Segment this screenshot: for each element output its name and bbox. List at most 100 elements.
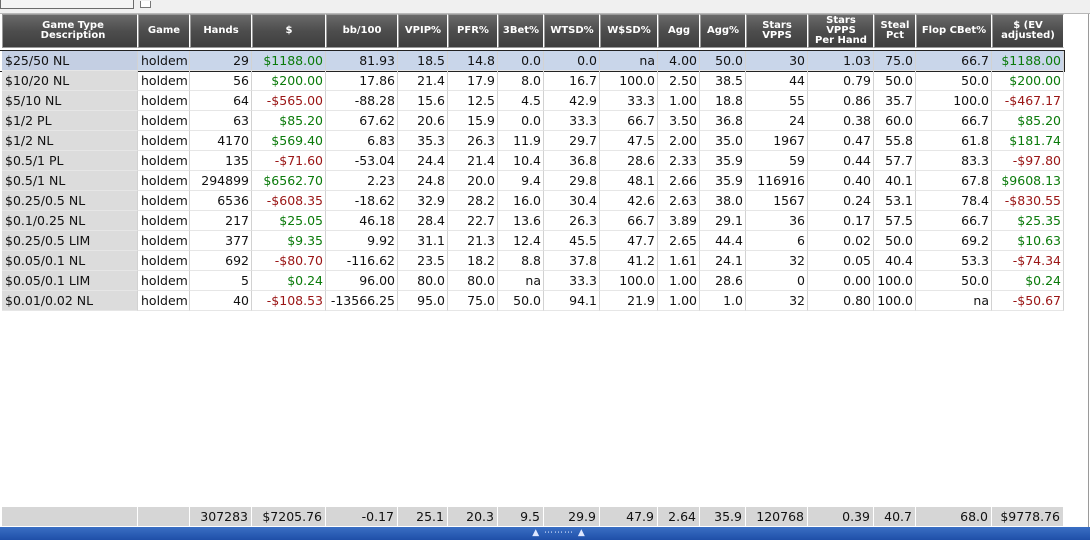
cell-agg: 4.00 [658, 51, 700, 71]
cell-vpps: 44 [746, 71, 808, 91]
table-row[interactable]: $10/20 NL holdem 56 $200.00 17.86 21.4 17.9 8.0… [0, 71, 1064, 91]
cell-vpip: 80.0 [398, 271, 448, 291]
column-header-steal[interactable]: Steal Pct [874, 14, 916, 48]
column-header-aggp[interactable]: Agg% [700, 14, 746, 48]
cell-wsd: 48.1 [600, 171, 658, 191]
cell-aggp: 36.8 [700, 111, 746, 131]
total-vpip: 25.1 [398, 506, 448, 526]
cell-hands: 6536 [190, 191, 252, 211]
cell-vpip: 20.6 [398, 111, 448, 131]
cell-cbet: 66.7 [916, 111, 992, 131]
cell-pfr: 80.0 [448, 271, 498, 291]
table-row[interactable]: $0.05/0.1 NL holdem 692 -$80.70 -116.62 23.5 1… [0, 251, 1064, 271]
cell-threebet: 50.0 [498, 291, 544, 311]
cell-vpps: 30 [746, 51, 808, 71]
cell-cbet: na [916, 291, 992, 311]
cell-pfr: 22.7 [448, 211, 498, 231]
table-row[interactable]: $0.1/0.25 NL holdem 217 $25.05 46.18 28.4 22.7… [0, 211, 1064, 231]
cell-game: holdem [138, 291, 190, 311]
cell-agg: 2.63 [658, 191, 700, 211]
checkbox-fragment[interactable] [140, 1, 151, 8]
table-row[interactable]: $0.5/1 NL holdem 294899 $6562.70 2.23 24.8 20.… [0, 171, 1064, 191]
table-row[interactable]: $25/50 NL holdem 29 $1188.00 81.93 18.5 14.8 0.… [0, 50, 1065, 72]
cell-threebet: na [498, 271, 544, 291]
cell-steal: 53.1 [874, 191, 916, 211]
cell-pfr: 14.8 [448, 51, 498, 71]
cell-aggp: 50.0 [700, 51, 746, 71]
cell-vppsph: 0.02 [808, 231, 874, 251]
cell-hands: 4170 [190, 131, 252, 151]
column-header-vpip[interactable]: VPIP% [398, 14, 448, 48]
cell-hands: 29 [190, 51, 252, 71]
cell-ev: $200.00 [992, 71, 1064, 91]
cell-agg: 1.00 [658, 291, 700, 311]
column-header-desc[interactable]: Game Type Description [2, 14, 138, 48]
cell-game: holdem [138, 271, 190, 291]
column-header-game[interactable]: Game [138, 14, 190, 48]
column-header-dollar[interactable]: $ [252, 14, 326, 48]
cell-vpip: 23.5 [398, 251, 448, 271]
cell-cbet: 66.7 [916, 51, 992, 71]
cell-agg: 2.33 [658, 151, 700, 171]
cell-wtsd: 36.8 [544, 151, 600, 171]
cell-wsd: 21.9 [600, 291, 658, 311]
cell-dollar: -$71.60 [252, 151, 326, 171]
cell-bb100: 81.93 [326, 51, 398, 71]
cell-vppsph: 0.80 [808, 291, 874, 311]
column-header-bb100[interactable]: bb/100 [326, 14, 398, 48]
grid-right-border [1088, 14, 1089, 527]
cell-desc: $0.1/0.25 NL [2, 211, 138, 231]
cell-vppsph: 0.44 [808, 151, 874, 171]
column-header-vpps[interactable]: Stars VPPS [746, 14, 808, 48]
table-row[interactable]: $1/2 PL holdem 63 $85.20 67.62 20.6 15.9 0.0 33.… [0, 111, 1064, 131]
cell-vppsph: 0.86 [808, 91, 874, 111]
total-pfr: 20.3 [448, 506, 498, 526]
cell-dollar: $85.20 [252, 111, 326, 131]
column-header-cbet[interactable]: Flop CBet% [916, 14, 992, 48]
table-row[interactable]: $1/2 NL holdem 4170 $569.40 6.83 35.3 26.3 11.9… [0, 131, 1064, 151]
cell-threebet: 8.0 [498, 71, 544, 91]
cell-bb100: -116.62 [326, 251, 398, 271]
cell-game: holdem [138, 231, 190, 251]
column-header-wsd[interactable]: W$SD% [600, 14, 658, 48]
table-row[interactable]: $0.01/0.02 NL holdem 40 -$108.53 -13566.25 95… [0, 291, 1064, 311]
column-header-agg[interactable]: Agg [658, 14, 700, 48]
cell-aggp: 35.9 [700, 151, 746, 171]
column-header-wtsd[interactable]: WTSD% [544, 14, 600, 48]
cell-steal: 57.7 [874, 151, 916, 171]
table-row[interactable]: $0.25/0.5 LIM holdem 377 $9.35 9.92 31.1 21.3 1… [0, 231, 1064, 251]
cell-hands: 56 [190, 71, 252, 91]
table-row[interactable]: $0.5/1 PL holdem 135 -$71.60 -53.04 24.4 21.4 1… [0, 151, 1064, 171]
cell-vpip: 32.9 [398, 191, 448, 211]
column-header-threebet[interactable]: 3Bet% [498, 14, 544, 48]
cell-wtsd: 37.8 [544, 251, 600, 271]
cell-vpps: 1967 [746, 131, 808, 151]
cell-wsd: 100.0 [600, 271, 658, 291]
cell-dollar: $200.00 [252, 71, 326, 91]
splitter-grip-icon[interactable]: ▲ ⋯⋯⋯ ▲ [526, 527, 592, 540]
table-row[interactable]: $0.05/0.1 LIM holdem 5 $0.24 96.00 80.0 80.0 na… [0, 271, 1064, 291]
cell-wsd: 100.0 [600, 71, 658, 91]
cell-pfr: 12.5 [448, 91, 498, 111]
total-steal: 40.7 [874, 506, 916, 526]
tab-edge[interactable] [0, 0, 134, 9]
total-vpps: 120768 [746, 506, 808, 526]
column-header-pfr[interactable]: PFR% [448, 14, 498, 48]
column-header-ev[interactable]: $ (EV adjusted) [992, 14, 1064, 48]
column-header-vppsph[interactable]: Stars VPPS Per Hand [808, 14, 874, 48]
cell-ev: $85.20 [992, 111, 1064, 131]
cell-bb100: -53.04 [326, 151, 398, 171]
column-header-hands[interactable]: Hands [190, 14, 252, 48]
cell-bb100: -13566.25 [326, 291, 398, 311]
cell-desc: $0.01/0.02 NL [2, 291, 138, 311]
cell-vpip: 18.5 [398, 51, 448, 71]
cell-wsd: 33.3 [600, 91, 658, 111]
cell-wtsd: 30.4 [544, 191, 600, 211]
cell-bb100: -18.62 [326, 191, 398, 211]
cell-game: holdem [138, 71, 190, 91]
cell-vpps: 32 [746, 251, 808, 271]
cell-cbet: 83.3 [916, 151, 992, 171]
table-row[interactable]: $5/10 NL holdem 64 -$565.00 -88.28 15.6 12.5 4.… [0, 91, 1064, 111]
cell-hands: 294899 [190, 171, 252, 191]
table-row[interactable]: $0.25/0.5 NL holdem 6536 -$608.35 -18.62 32.9… [0, 191, 1064, 211]
